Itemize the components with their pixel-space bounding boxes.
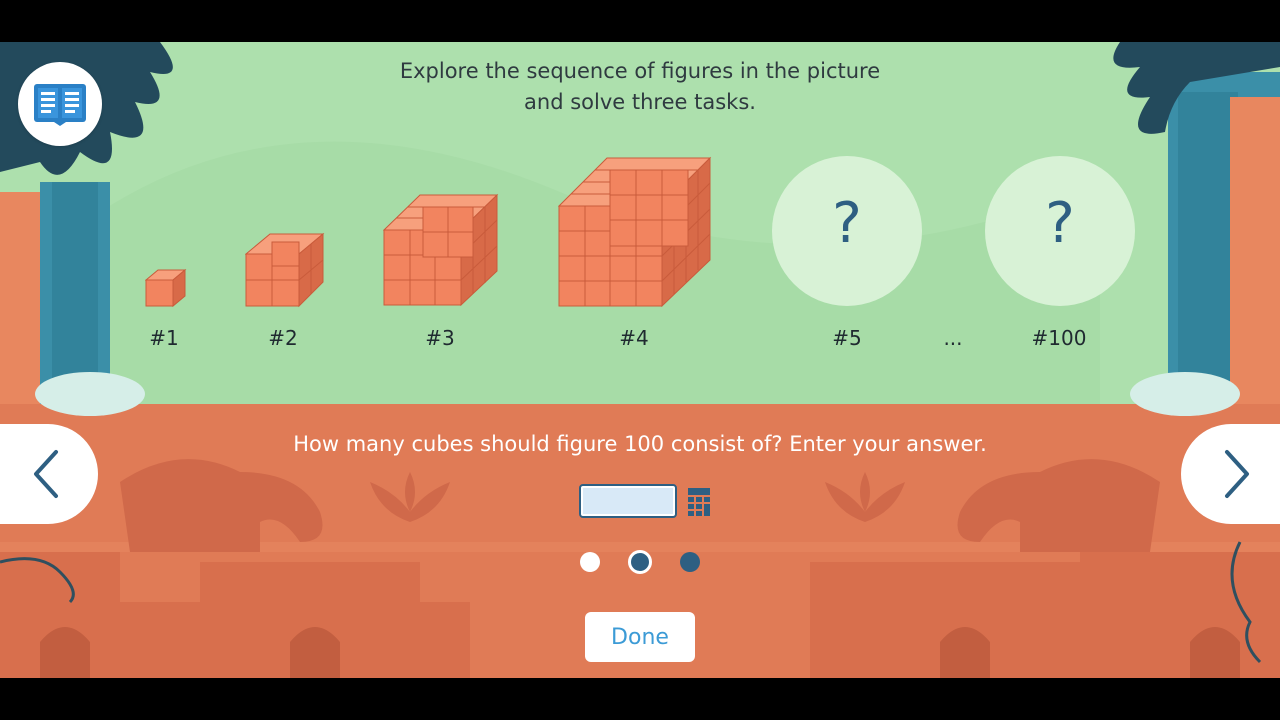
instructions: Explore the sequence of figures in the p… — [340, 56, 940, 118]
answer-input[interactable] — [579, 484, 677, 518]
figure-label-100: #100 — [1031, 326, 1087, 350]
pagination-dot-1[interactable] — [580, 552, 600, 572]
figure-label-4: #4 — [619, 326, 649, 350]
figure-label-2: #2 — [268, 326, 298, 350]
pagination-dot-2-active[interactable] — [628, 550, 652, 574]
instructions-line-2: and solve three tasks. — [524, 90, 756, 114]
question-mark: ? — [832, 191, 862, 256]
previous-button[interactable] — [0, 424, 98, 524]
done-button[interactable]: Done — [585, 612, 695, 662]
figure-label-3: #3 — [425, 326, 455, 350]
background-art — [0, 42, 1280, 678]
figure-4-cubes — [558, 156, 712, 308]
pagination-dot-3[interactable] — [680, 552, 700, 572]
game-stage: Explore the sequence of figures in the p… — [0, 42, 1280, 678]
figure-1-cubes — [145, 268, 187, 308]
figure-3-cubes — [383, 193, 499, 307]
book-button[interactable] — [18, 62, 102, 146]
unknown-figure-100: ? — [985, 156, 1135, 306]
next-button[interactable] — [1181, 424, 1280, 524]
calculator-icon[interactable] — [688, 488, 710, 516]
open-book-icon — [34, 84, 86, 126]
chevron-right-icon — [1225, 450, 1249, 498]
ellipsis-label: ... — [943, 326, 963, 350]
figure-label-5: #5 — [832, 326, 862, 350]
chevron-left-icon — [34, 450, 58, 498]
figure-label-1: #1 — [149, 326, 179, 350]
task-question: How many cubes should figure 100 consist… — [293, 432, 987, 456]
figure-2-cubes — [245, 232, 325, 308]
question-mark: ? — [1045, 191, 1075, 256]
instructions-line-1: Explore the sequence of figures in the p… — [399, 59, 881, 83]
unknown-figure-5: ? — [772, 156, 922, 306]
